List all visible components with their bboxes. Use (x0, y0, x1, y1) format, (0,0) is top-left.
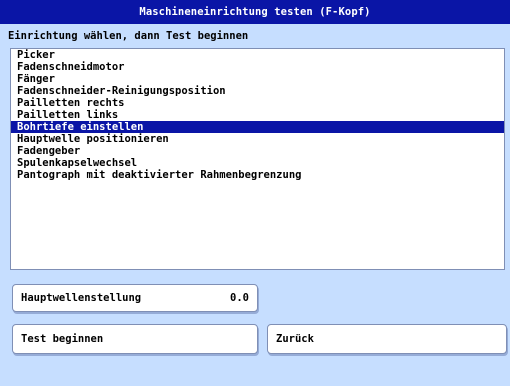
start-test-label: Test beginnen (21, 333, 104, 345)
back-button[interactable]: Zurück (267, 324, 507, 354)
list-item-catcher[interactable]: Fänger (11, 73, 504, 85)
machine-setup-test-window: Maschineneinrichtung testen (F-Kopf) Ein… (0, 0, 510, 386)
list-item-pantograph[interactable]: Pantograph mit deaktivierter Rahmenbegre… (11, 169, 504, 181)
main-shaft-position-label: Hauptwellenstellung (21, 292, 142, 304)
setup-list[interactable]: Picker Fadenschneidmotor Fänger Fadensch… (10, 48, 505, 270)
list-item-picker[interactable]: Picker (11, 49, 504, 61)
start-test-button[interactable]: Test beginnen (12, 324, 258, 354)
list-item-thread-take-up[interactable]: Fadengeber (11, 145, 504, 157)
list-item-drill-depth[interactable]: Bohrtiefe einstellen (11, 121, 504, 133)
instruction-text: Einrichtung wählen, dann Test beginnen (8, 30, 249, 42)
list-item-sequins-right[interactable]: Pailletten rechts (11, 97, 504, 109)
window-title: Maschineneinrichtung testen (F-Kopf) (0, 0, 510, 24)
list-item-thread-cutter-motor[interactable]: Fadenschneidmotor (11, 61, 504, 73)
list-item-sequins-left[interactable]: Pailletten links (11, 109, 504, 121)
list-item-main-shaft-position[interactable]: Hauptwelle positionieren (11, 133, 504, 145)
list-item-bobbin-case-change[interactable]: Spulenkapselwechsel (11, 157, 504, 169)
back-label: Zurück (276, 333, 314, 345)
main-shaft-position-value: 0.0 (230, 292, 249, 304)
list-item-thread-cutter-cleaning-position[interactable]: Fadenschneider-Reinigungsposition (11, 85, 504, 97)
main-shaft-position-button[interactable]: Hauptwellenstellung 0.0 (12, 284, 258, 312)
